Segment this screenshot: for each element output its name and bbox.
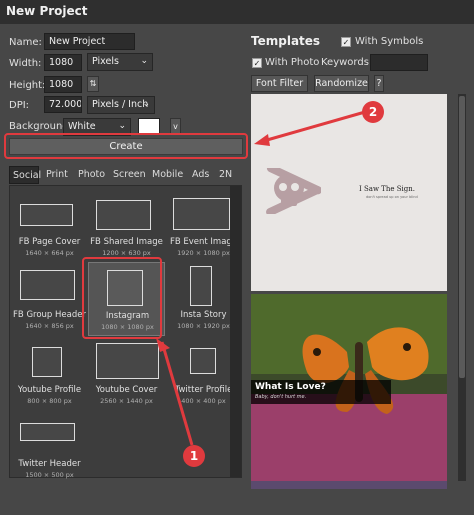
template-preview-2[interactable]: What Is Love? Baby, don't hurt me. <box>251 294 447 481</box>
instagram-highlight <box>82 257 162 339</box>
dpi-unit-select[interactable]: Pixels / Inch ⌄ <box>87 96 155 114</box>
annotation-arrow-2 <box>254 110 366 146</box>
width-field[interactable]: 1080 <box>44 54 82 71</box>
dpi-field[interactable]: 72.000 <box>44 96 82 113</box>
preset-thumb <box>32 347 62 377</box>
preset-name: Twitter Header <box>18 459 81 469</box>
randomize-button[interactable]: Randomize <box>314 75 369 92</box>
preset-dim: 1640 × 664 px <box>25 249 74 257</box>
template-preview-3-edge[interactable] <box>251 481 447 489</box>
preset-thumb <box>190 266 212 306</box>
preset-fb-shared-image[interactable]: FB Shared Image 1200 × 630 px <box>88 190 165 264</box>
tab-screen[interactable]: Screen <box>110 166 149 184</box>
preset-tabs: Social Print Photo Screen Mobile Ads 2N <box>9 166 235 184</box>
dpi-label: DPI: <box>9 100 30 111</box>
background-select-value: White <box>68 121 96 132</box>
tab-mobile[interactable]: Mobile <box>149 166 186 184</box>
name-label: Name: <box>9 37 42 48</box>
preset-name: Youtube Profile <box>17 385 82 395</box>
butterfly-image <box>302 327 429 414</box>
annotation-arrow-1 <box>156 338 194 446</box>
templates-title: Templates <box>251 34 321 48</box>
with-symbols-checkbox[interactable]: ✓ <box>341 37 351 47</box>
tab-print[interactable]: Print <box>43 166 71 184</box>
presets-scrollbar[interactable] <box>230 186 241 477</box>
preset-dim: 800 × 800 px <box>27 397 72 405</box>
preset-dim: 1500 × 500 px <box>25 471 74 479</box>
unit-select[interactable]: Pixels ⌄ <box>87 53 153 71</box>
preset-thumb <box>96 200 151 230</box>
dpi-unit-value: Pixels / Inch <box>92 99 149 110</box>
preset-name: FB Group Header <box>13 310 86 320</box>
keywords-label: Keywords: <box>321 57 373 68</box>
with-photo-label: With Photo <box>265 57 320 68</box>
annotation-badge-2: 2 <box>362 101 384 123</box>
keywords-input[interactable] <box>370 54 428 71</box>
tab-ads[interactable]: Ads <box>189 166 212 184</box>
preview2-title: What Is Love? <box>255 382 326 392</box>
chevron-down-icon: ⌄ <box>140 56 148 66</box>
preset-dim: 1200 × 630 px <box>102 249 151 257</box>
preset-youtube-profile[interactable]: Youtube Profile 800 × 800 px <box>11 338 88 412</box>
width-label: Width: <box>9 58 42 69</box>
swap-icon[interactable]: ⇅ <box>87 76 99 92</box>
title-bar: New Project <box>0 0 474 24</box>
preview2-subtitle: Baby, don't hurt me. <box>255 394 307 400</box>
preset-name: FB Page Cover <box>18 237 81 247</box>
height-label: Height: <box>9 80 46 91</box>
preset-fb-group-header[interactable]: FB Group Header 1640 × 856 px <box>11 263 88 337</box>
preset-name: FB Shared Image <box>90 237 163 247</box>
preset-fb-page-cover[interactable]: FB Page Cover 1640 × 664 px <box>11 190 88 264</box>
window-title: New Project <box>6 4 88 18</box>
tab-photo[interactable]: Photo <box>75 166 108 184</box>
preset-dim: 1640 × 856 px <box>25 322 74 330</box>
chevron-down-icon: ⌄ <box>118 121 126 131</box>
preset-thumb <box>20 423 75 441</box>
height-field[interactable]: 1080 <box>44 76 82 93</box>
preset-thumb <box>173 198 230 230</box>
with-symbols-label: With Symbols <box>355 36 424 47</box>
preset-thumb <box>20 270 75 300</box>
name-field[interactable]: New Project <box>44 33 135 50</box>
preset-thumb <box>20 204 73 226</box>
font-filter-button[interactable]: Font Filter ▼ <box>251 75 308 104</box>
create-button[interactable]: Create <box>9 138 243 155</box>
help-button[interactable]: ? <box>374 75 384 92</box>
unit-select-value: Pixels <box>92 56 119 67</box>
templates-scrollbar[interactable] <box>458 94 466 481</box>
tab-social[interactable]: Social <box>9 166 41 184</box>
tab-more[interactable]: 2N <box>216 166 235 184</box>
chevron-down-icon: ⌄ <box>142 99 150 109</box>
scrollbar-thumb[interactable] <box>459 96 465 378</box>
preset-twitter-header[interactable]: Twitter Header 1500 × 500 px <box>11 412 88 486</box>
with-photo-checkbox[interactable]: ✓ <box>252 58 262 68</box>
annotation-badge-1: 1 <box>183 445 205 467</box>
